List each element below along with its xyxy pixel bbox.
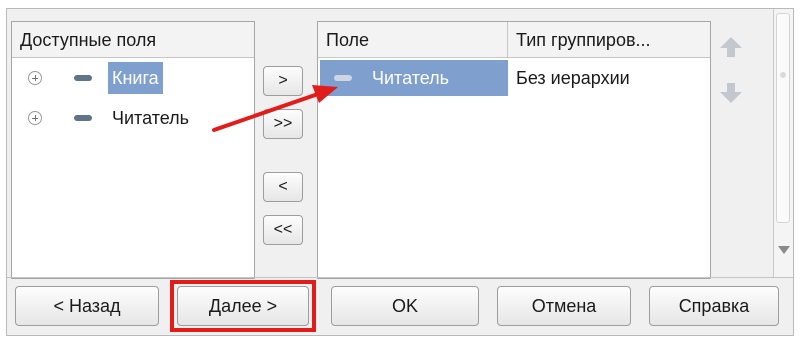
add-all-fields-button[interactable]: >>: [263, 109, 303, 139]
remove-all-fields-button[interactable]: <<: [263, 215, 303, 245]
scroll-down-icon[interactable]: [777, 245, 791, 255]
available-field-label: Читатель: [112, 108, 190, 128]
add-field-button[interactable]: >: [263, 66, 303, 96]
move-up-icon[interactable]: [719, 35, 743, 59]
vertical-scrollbar[interactable]: [773, 9, 793, 277]
cancel-button[interactable]: Отмена: [497, 286, 631, 326]
available-fields-header: Доступные поля: [12, 22, 254, 58]
expand-icon[interactable]: [28, 71, 42, 85]
column-header-group-type[interactable]: Тип группиров...: [508, 22, 710, 58]
help-button[interactable]: Справка: [649, 286, 779, 326]
field-icon: [334, 75, 352, 81]
grouping-fields-panel: Поле Тип группиров... Читатель Без иерар…: [317, 21, 711, 279]
field-icon: [74, 115, 92, 121]
footer-divider: [7, 277, 793, 278]
highlight-box: [170, 280, 316, 332]
available-field-label: Книга: [108, 62, 163, 94]
available-fields-panel: Доступные поля Книга Читатель: [11, 21, 255, 279]
selected-cell-field[interactable]: Читатель: [320, 60, 508, 96]
field-icon: [74, 75, 92, 81]
back-button[interactable]: < Назад: [15, 286, 159, 326]
ok-button[interactable]: OK: [331, 286, 479, 326]
column-header-field[interactable]: Поле: [318, 22, 508, 58]
grouping-wizard-window: Доступные поля Книга Читатель > >> < << …: [6, 8, 794, 336]
move-down-icon[interactable]: [719, 81, 743, 105]
available-field-kniga[interactable]: Книга: [12, 62, 254, 94]
table-row[interactable]: Читатель Без иерархии: [318, 60, 710, 96]
expand-icon[interactable]: [28, 111, 42, 125]
group-type-value[interactable]: Без иерархии: [516, 60, 630, 96]
scrollbar-thumb[interactable]: [776, 13, 790, 223]
remove-field-button[interactable]: <: [263, 172, 303, 202]
selected-field-label: Читатель: [372, 68, 450, 88]
available-field-chitatel[interactable]: Читатель: [12, 102, 254, 134]
